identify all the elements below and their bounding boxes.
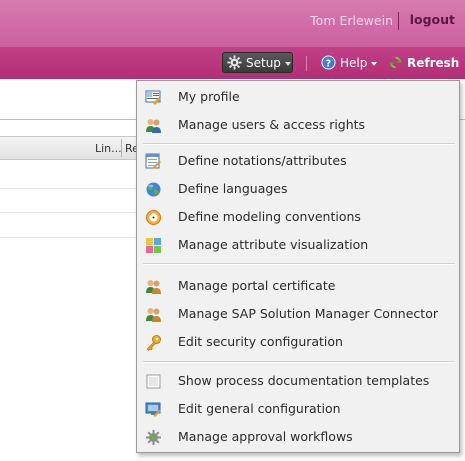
user-name: Tom Erlewein (310, 13, 393, 28)
menu-item-label: Manage users & access rights (178, 117, 366, 132)
menu-item-label: Manage approval workflows (178, 429, 353, 444)
setup-dropdown-menu: My profile Manage users & access rights … (136, 80, 460, 453)
config-icon (145, 402, 161, 417)
table-row (0, 188, 140, 189)
refresh-button[interactable]: Refresh (388, 52, 459, 73)
table-row (0, 237, 140, 238)
menu-item-label: Define notations/attributes (178, 153, 347, 168)
help-button[interactable]: ? Help (321, 52, 378, 73)
chevron-down-icon (371, 61, 378, 66)
menu-item-label: Define languages (178, 181, 288, 196)
menu-item-approval-workflows[interactable]: Manage approval workflows (137, 424, 459, 450)
notations-icon (145, 153, 161, 169)
menu-separator (143, 143, 455, 145)
setup-button[interactable]: Setup (222, 52, 293, 73)
main-toolbar: Setup ? Help Refresh (0, 47, 465, 79)
menu-item-label: Show process documentation templates (178, 373, 430, 388)
column-header-lin[interactable]: Lin... (95, 142, 122, 155)
users-icon (146, 119, 161, 133)
profile-icon (145, 90, 161, 105)
visualization-icon (146, 238, 161, 253)
help-label: Help (340, 55, 368, 70)
menu-separator (143, 263, 455, 265)
key-icon (146, 335, 161, 351)
menu-item-label: Manage attribute visualization (178, 237, 369, 252)
toolbar-separator (306, 56, 307, 71)
header-separator (398, 12, 399, 30)
column-divider (121, 139, 122, 157)
top-header: Tom Erlewein logout (0, 0, 465, 47)
menu-item-label: Manage SAP Solution Manager Connector (178, 306, 438, 321)
refresh-label: Refresh (407, 55, 460, 70)
menu-item-define-conventions[interactable]: Define modeling conventions (137, 204, 459, 230)
table-header: Lin... Revis (0, 136, 154, 160)
menu-separator (143, 361, 455, 363)
menu-item-label: Define modeling conventions (178, 209, 361, 224)
menu-item-attribute-visualization[interactable]: Manage attribute visualization (137, 232, 459, 258)
svg-text:?: ? (326, 58, 331, 69)
menu-item-security-configuration[interactable]: Edit security configuration (137, 329, 459, 355)
menu-item-my-profile[interactable]: My profile (137, 84, 459, 110)
chevron-down-icon (284, 61, 291, 66)
menu-item-sap-connector[interactable]: Manage SAP Solution Manager Connector (137, 301, 459, 327)
logout-link[interactable]: logout (410, 12, 455, 27)
menu-item-portal-certificate[interactable]: Manage portal certificate (137, 273, 459, 299)
menu-item-label: Edit general configuration (178, 401, 341, 416)
workflow-gear-icon (146, 430, 161, 445)
connector-icon (146, 308, 161, 322)
menu-item-show-templates[interactable]: Show process documentation templates (137, 368, 459, 394)
refresh-icon (388, 56, 403, 69)
menu-item-label: Manage portal certificate (178, 278, 336, 293)
certificate-icon (146, 280, 161, 294)
menu-item-label: My profile (178, 89, 240, 104)
help-icon: ? (321, 55, 336, 70)
menu-item-define-languages[interactable]: Define languages (137, 176, 459, 202)
menu-item-manage-users[interactable]: Manage users & access rights (137, 112, 459, 138)
conventions-icon (146, 210, 161, 225)
globe-icon (146, 182, 161, 197)
setup-label: Setup (246, 55, 281, 70)
gear-icon (227, 55, 242, 70)
menu-item-define-notations[interactable]: Define notations/attributes (137, 148, 459, 174)
checkbox-icon[interactable] (145, 373, 162, 390)
menu-item-label: Edit security configuration (178, 334, 343, 349)
menu-item-general-configuration[interactable]: Edit general configuration (137, 396, 459, 422)
app-window: Tom Erlewein logout Setup ? Help Refresh… (0, 0, 465, 461)
table-row (0, 212, 140, 213)
